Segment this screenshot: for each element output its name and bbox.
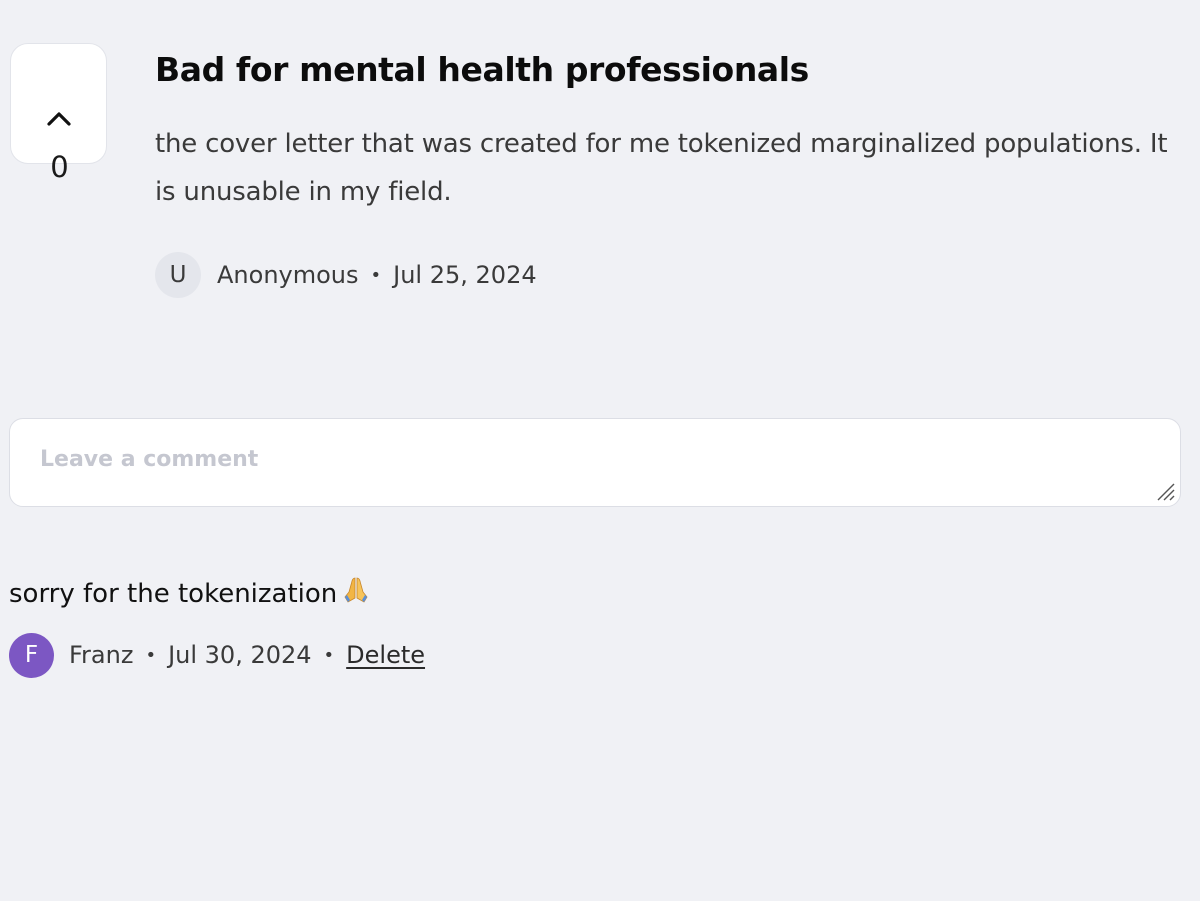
meta-separator: • xyxy=(145,644,157,666)
post-body: the cover letter that was created for me… xyxy=(155,129,1168,207)
comment-meta: F Franz • Jul 30, 2024 • Delete xyxy=(9,632,425,678)
avatar: U xyxy=(155,252,201,298)
avatar: F xyxy=(9,632,54,678)
post-title: Bad for mental health professionals xyxy=(155,50,809,89)
chevron-up-icon xyxy=(46,110,72,126)
upvote-count: 0 xyxy=(50,150,69,184)
post-author: Anonymous xyxy=(217,261,359,289)
upvote-button[interactable]: 0 xyxy=(10,43,107,184)
resize-handle-icon[interactable] xyxy=(1154,480,1176,502)
comment-box xyxy=(9,418,1181,507)
comment-text-line: sorry for the tokenization xyxy=(9,574,371,617)
meta-separator: • xyxy=(370,264,382,286)
comment-date: Jul 30, 2024 xyxy=(168,641,312,669)
delete-comment-link[interactable]: Delete xyxy=(346,641,425,669)
meta-separator: • xyxy=(323,644,335,666)
comment-input[interactable] xyxy=(10,419,1180,506)
comment-text: sorry for the tokenization xyxy=(9,579,338,609)
post-meta: U Anonymous • Jul 25, 2024 xyxy=(155,252,537,298)
folded-hands-icon xyxy=(341,575,371,617)
post-date: Jul 25, 2024 xyxy=(393,261,537,289)
comment-author: Franz xyxy=(69,641,134,669)
